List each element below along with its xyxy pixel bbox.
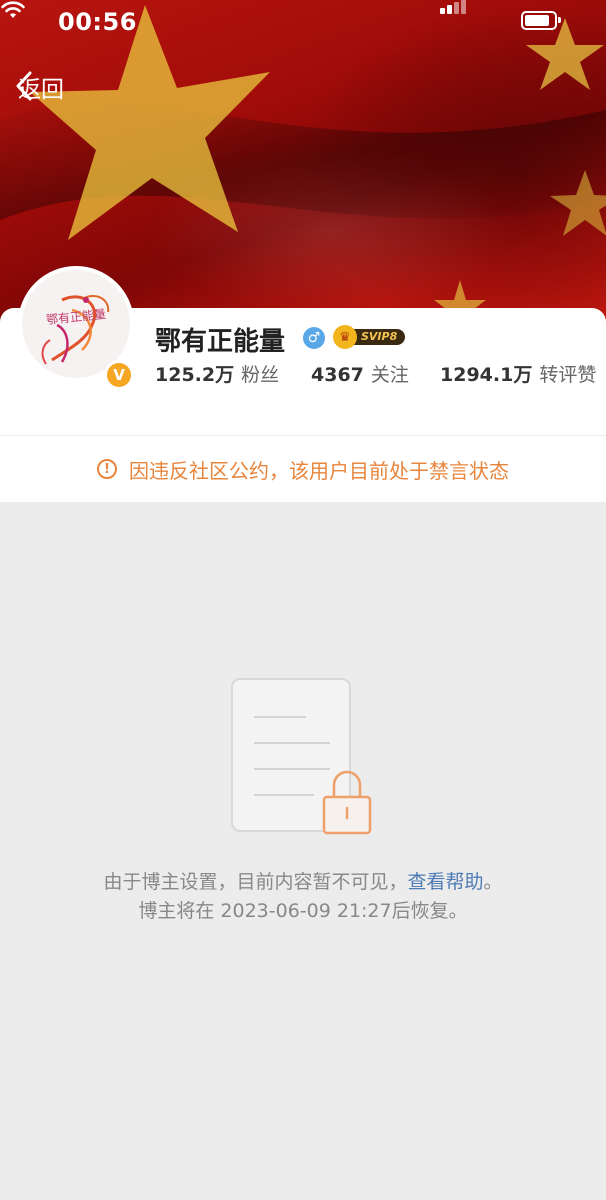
crown-icon: ♛ <box>333 325 357 349</box>
followers-count: 125.2万 <box>155 364 235 386</box>
engagement-label: 转评赞 <box>539 364 597 386</box>
verified-badge-icon: V <box>104 360 134 390</box>
svip-badge[interactable]: SVIP8 ♛ <box>333 325 415 349</box>
battery-icon <box>521 11 561 30</box>
ban-notice: ! 因违反社区公约，该用户目前处于禁言状态 <box>0 436 606 502</box>
following-label: 关注 <box>370 364 409 386</box>
following-count: 4367 <box>311 364 364 386</box>
profile-header: 鄂有正能量 V 鄂有正能量 ♂ SVIP8 ♛ 125.2万 粉丝 4367 关注 … <box>0 266 606 435</box>
following-stat[interactable]: 4367 关注 <box>311 360 409 387</box>
followers-stat[interactable]: 125.2万 粉丝 <box>155 360 279 387</box>
followers-label: 粉丝 <box>241 364 280 386</box>
engagement-stat[interactable]: 1294.1万 转评赞 <box>440 360 596 387</box>
empty-state-line-1: 由于博主设置，目前内容暂不可见，查看帮助。 <box>0 868 606 897</box>
locked-document-icon <box>231 678 372 835</box>
engagement-count: 1294.1万 <box>440 364 533 386</box>
svip-label: SVIP8 <box>349 329 406 345</box>
username: 鄂有正能量 <box>155 327 286 357</box>
empty-state-period: 。 <box>483 871 503 893</box>
restore-time-text: 博主将在 2023-06-09 21:27后恢复。 <box>138 900 468 922</box>
view-help-link[interactable]: 查看帮助 <box>407 871 483 893</box>
empty-state-text: 由于博主设置，目前内容暂不可见， <box>103 871 408 893</box>
male-gender-icon: ♂ <box>303 327 325 349</box>
wifi-icon <box>1 1 25 18</box>
status-bar: 00:56 <box>0 0 606 44</box>
ban-notice-text: 因违反社区公约，该用户目前处于禁言状态 <box>129 458 509 483</box>
warning-icon: ! <box>97 459 117 479</box>
back-button[interactable]: 返回 <box>14 70 64 104</box>
empty-state-message: 由于博主设置，目前内容暂不可见，查看帮助。 博主将在 2023-06-09 21… <box>0 868 606 926</box>
chevron-left-icon <box>16 71 32 101</box>
status-time: 00:56 <box>58 8 137 36</box>
